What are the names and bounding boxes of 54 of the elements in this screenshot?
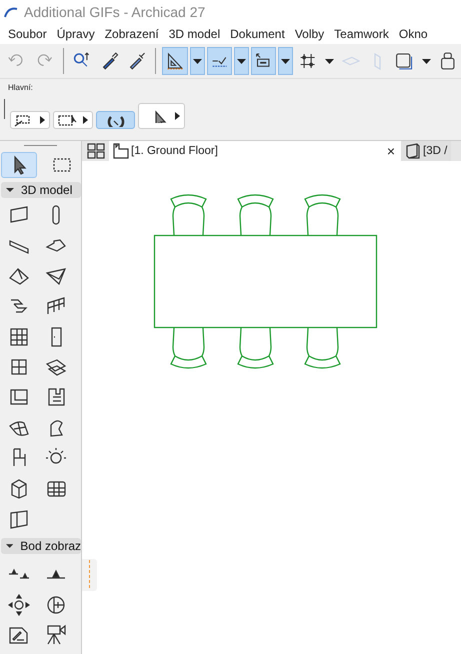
menu-item[interactable]: Okno xyxy=(394,27,433,41)
caret-down-icon xyxy=(6,186,14,194)
section-title: Bod zobraz xyxy=(20,539,81,554)
floor-plan-icon xyxy=(113,143,129,159)
coordinates-button[interactable] xyxy=(250,47,276,75)
panel-icon[interactable] xyxy=(8,508,30,530)
section-header[interactable]: 3D model xyxy=(1,182,81,198)
mode-button[interactable] xyxy=(138,103,185,129)
mode-button[interactable] xyxy=(96,111,135,129)
info-box-label: Hlavní: xyxy=(8,83,33,92)
menu-item[interactable]: Volby xyxy=(290,27,330,41)
caret-down-icon xyxy=(281,58,290,64)
dropdown-button[interactable] xyxy=(190,47,205,75)
dashed-rect-icon xyxy=(57,113,79,127)
curtain-wall-icon[interactable] xyxy=(8,326,30,348)
syringe-icon xyxy=(127,50,146,72)
table-chairs-drawing[interactable] xyxy=(154,194,378,369)
guide-line-button[interactable] xyxy=(206,47,232,75)
view-tab[interactable]: [3D / xyxy=(401,141,452,161)
plane-icon xyxy=(342,56,360,66)
camera-icon[interactable] xyxy=(44,624,66,646)
window-title: Additional GIFs - Archicad 27 xyxy=(24,4,206,20)
app-logo-icon xyxy=(4,6,18,18)
tab-label: [3D / xyxy=(423,145,448,157)
view-tab[interactable]: [1. Ground Floor] × xyxy=(109,141,401,161)
caret-down-icon xyxy=(422,58,431,64)
dropdown-button[interactable] xyxy=(278,47,294,75)
dropdown-button[interactable] xyxy=(234,47,249,75)
set-square-button[interactable] xyxy=(162,47,188,75)
menu-item[interactable]: Zobrazení xyxy=(100,27,164,41)
section-title: 3D model xyxy=(21,183,72,198)
arrow-tool-button[interactable] xyxy=(1,152,37,178)
cube-icon xyxy=(405,143,421,159)
caret-down-icon xyxy=(6,542,14,550)
caret-down-icon xyxy=(192,58,202,64)
caret-right-icon xyxy=(40,116,45,124)
vertical-plane-icon xyxy=(374,52,381,70)
menu-item[interactable]: 3D model xyxy=(164,27,226,41)
section-header[interactable]: Bod zobraz xyxy=(1,538,81,554)
section-icon[interactable] xyxy=(44,594,66,616)
menu-item[interactable]: Soubor xyxy=(3,27,52,41)
caret-down-icon xyxy=(236,58,246,64)
menu-item[interactable]: Úpravy xyxy=(52,27,100,41)
caret-right-icon xyxy=(83,116,88,124)
close-tab-button[interactable]: × xyxy=(386,143,397,159)
caret-down-icon xyxy=(325,58,334,64)
menu-item[interactable]: Dokument xyxy=(225,27,290,41)
tab-label: [1. Ground Floor] xyxy=(131,145,219,157)
grid-view-icon xyxy=(86,143,104,159)
mode-button[interactable] xyxy=(10,111,50,129)
mode-button[interactable] xyxy=(53,111,93,129)
caret-right-icon xyxy=(175,112,180,120)
move-point-icon[interactable] xyxy=(8,594,30,616)
menu-item[interactable]: Teamwork xyxy=(329,27,394,41)
